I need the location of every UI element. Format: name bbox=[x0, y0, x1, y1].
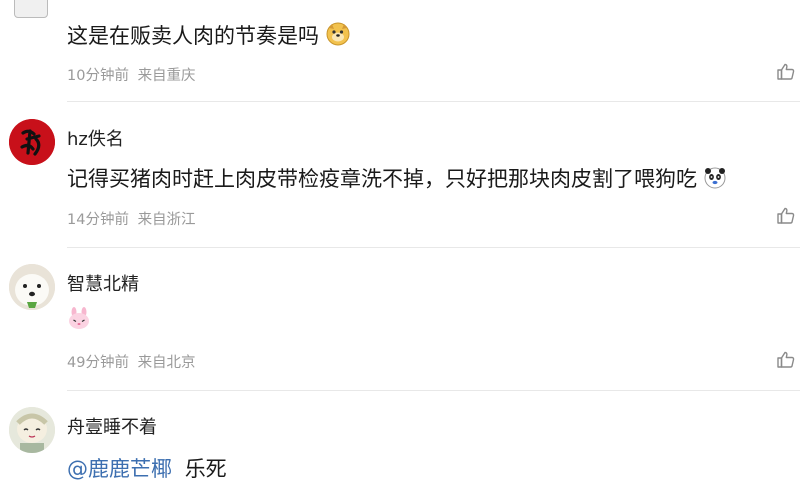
comment-item: 舟壹睡不着 @鹿鹿芒椰 乐死 bbox=[0, 391, 800, 500]
thumbs-up-icon[interactable] bbox=[776, 350, 796, 370]
comment-location: 来自重庆 bbox=[137, 68, 196, 84]
comment-feed: 这是在贩卖人肉的节奏是吗 10分钟前 来自重庆 hz佚名 记得买猪肉时赶上肉皮带… bbox=[0, 0, 800, 500]
doge-emoji-icon bbox=[326, 22, 350, 51]
comment-meta bbox=[67, 495, 71, 500]
username[interactable]: 舟壹睡不着 bbox=[67, 413, 157, 439]
comment-meta: 10分钟前 来自重庆 bbox=[67, 64, 196, 85]
avatar[interactable] bbox=[14, 0, 48, 18]
avatar[interactable] bbox=[9, 407, 55, 453]
panda-emoji-icon bbox=[704, 167, 726, 194]
comment-text bbox=[67, 306, 91, 335]
username[interactable]: hz佚名 bbox=[67, 125, 124, 151]
comment-item: hz佚名 记得买猪肉时赶上肉皮带检疫章洗不掉，只好把那块肉皮割了喂狗吃 14分钟… bbox=[0, 102, 800, 248]
username[interactable]: 智慧北精 bbox=[67, 270, 139, 296]
mention-link[interactable]: @鹿鹿芒椰 bbox=[67, 457, 172, 481]
comment-time: 14分钟前 bbox=[67, 212, 129, 228]
comment-location: 来自浙江 bbox=[137, 212, 196, 228]
thumbs-up-icon[interactable] bbox=[776, 206, 796, 226]
thumbs-up-icon[interactable] bbox=[776, 62, 796, 82]
comment-item: 这是在贩卖人肉的节奏是吗 10分钟前 来自重庆 bbox=[0, 0, 800, 102]
pink-bunny-emoji-icon bbox=[67, 306, 91, 335]
comment-time: 49分钟前 bbox=[67, 355, 129, 371]
comment-text: 这是在贩卖人肉的节奏是吗 bbox=[67, 20, 350, 51]
comment-meta: 14分钟前 来自浙江 bbox=[67, 208, 196, 229]
comment-text: 记得买猪肉时赶上肉皮带检疫章洗不掉，只好把那块肉皮割了喂狗吃 bbox=[67, 163, 726, 194]
comment-item: 智慧北精 49分钟前 来自北京 bbox=[0, 248, 800, 391]
avatar[interactable] bbox=[9, 119, 55, 165]
comment-meta: 49分钟前 来自北京 bbox=[67, 351, 196, 372]
comment-location: 来自北京 bbox=[137, 355, 196, 371]
avatar[interactable] bbox=[9, 264, 55, 310]
comment-time: 10分钟前 bbox=[67, 68, 129, 84]
comment-text: @鹿鹿芒椰 乐死 bbox=[67, 457, 227, 481]
